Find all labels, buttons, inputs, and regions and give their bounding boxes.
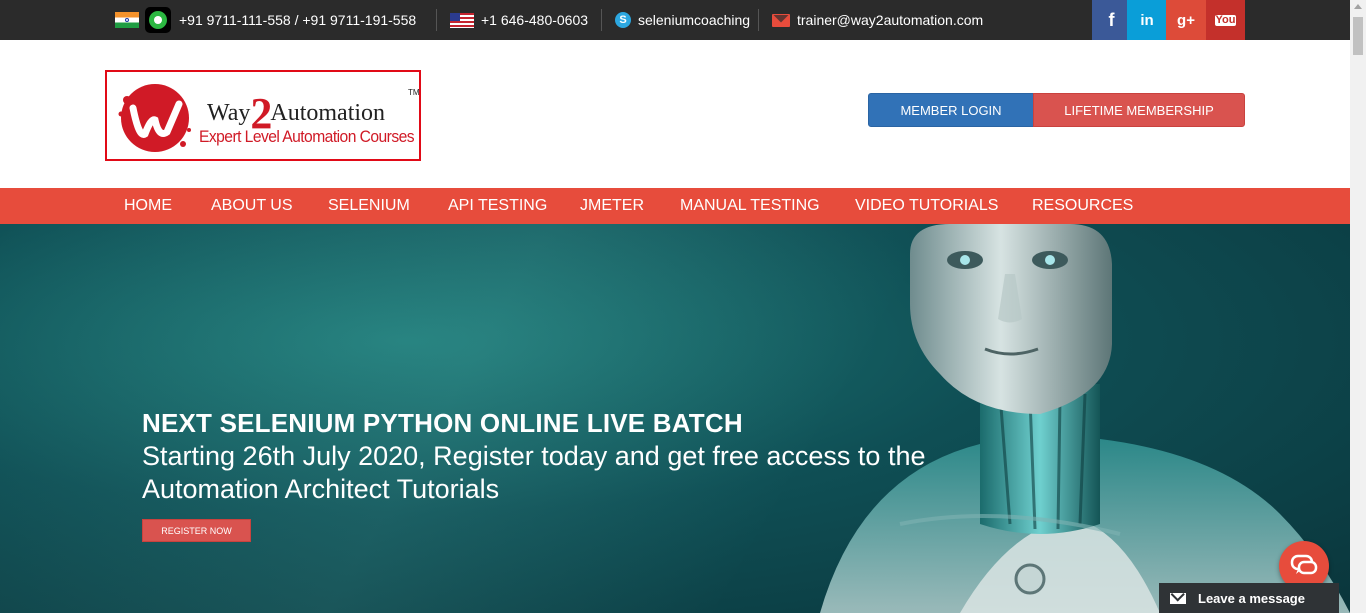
facebook-label: f <box>1108 9 1115 30</box>
scroll-up-arrow-icon[interactable] <box>1354 4 1362 9</box>
nav-item-selenium[interactable]: SELENIUM <box>328 188 410 224</box>
nav-item-api-testing[interactable]: API TESTING <box>448 188 547 224</box>
us-flag-icon <box>450 0 474 40</box>
googleplus-label: g+ <box>1177 11 1195 29</box>
nav-item-resources[interactable]: RESOURCES <box>1032 188 1133 224</box>
divider <box>436 9 437 31</box>
skype-icon: S <box>615 0 631 40</box>
nav-item-video-tutorials[interactable]: VIDEO TUTORIALS <box>855 188 998 224</box>
googleplus-icon[interactable]: g+ <box>1166 0 1206 40</box>
divider <box>601 9 602 31</box>
facebook-icon[interactable]: f <box>1092 0 1131 40</box>
member-login-button[interactable]: MEMBER LOGIN <box>868 93 1034 127</box>
page-scrollbar[interactable] <box>1350 0 1366 613</box>
india-phone[interactable]: +91 9711-111-558 / +91 9711-191-558 <box>179 0 416 40</box>
site-logo[interactable]: Way2Automation TM Expert Level Automatio… <box>105 70 421 161</box>
logo-brand-prefix: Way <box>207 100 251 126</box>
hero-title: NEXT SELENIUM PYTHON ONLINE LIVE BATCH <box>142 408 743 438</box>
top-contact-bar: +91 9711-111-558 / +91 9711-191-558 +1 6… <box>0 0 1350 40</box>
envelope-icon <box>1170 592 1186 604</box>
logo-brand: Way2Automation <box>207 80 386 138</box>
youtube-label: You <box>1214 13 1237 26</box>
main-nav: HOME ABOUT US SELENIUM API TESTING JMETE… <box>0 188 1350 224</box>
scroll-thumb[interactable] <box>1353 17 1363 55</box>
logo-trademark: TM <box>408 88 420 97</box>
linkedin-label: in <box>1140 11 1154 29</box>
email-link[interactable]: trainer@way2automation.com <box>797 0 983 40</box>
nav-item-home[interactable]: HOME <box>124 188 172 224</box>
us-phone[interactable]: +1 646-480-0603 <box>481 0 588 40</box>
leave-message-label: Leave a message <box>1198 590 1305 606</box>
leave-message-bar[interactable]: Leave a message <box>1159 583 1339 613</box>
logo-tagline: Expert Level Automation Courses <box>199 127 415 146</box>
hero-subtitle: Starting 26th July 2020, Register today … <box>142 441 926 504</box>
skype-link[interactable]: seleniumcoaching <box>638 0 750 40</box>
whatsapp-icon[interactable] <box>145 0 171 40</box>
mail-icon <box>772 0 790 40</box>
nav-item-jmeter[interactable]: JMETER <box>580 188 644 224</box>
india-flag-icon <box>115 0 139 40</box>
logo-w-icon <box>118 84 191 152</box>
linkedin-icon[interactable]: in <box>1127 0 1167 40</box>
nav-item-about-us[interactable]: ABOUT US <box>211 188 293 224</box>
divider <box>758 9 759 31</box>
hero-banner: NEXT SELENIUM PYTHON ONLINE LIVE BATCH S… <box>0 224 1350 613</box>
register-now-button[interactable]: REGISTER NOW <box>142 519 251 542</box>
nav-item-manual-testing[interactable]: MANUAL TESTING <box>680 188 820 224</box>
logo-brand-suffix: Automation <box>270 100 386 126</box>
robot-image <box>820 224 1350 613</box>
chat-bubbles-icon <box>1290 554 1318 575</box>
lifetime-membership-button[interactable]: LIFETIME MEMBERSHIP <box>1033 93 1245 127</box>
youtube-icon[interactable]: You <box>1206 0 1245 40</box>
